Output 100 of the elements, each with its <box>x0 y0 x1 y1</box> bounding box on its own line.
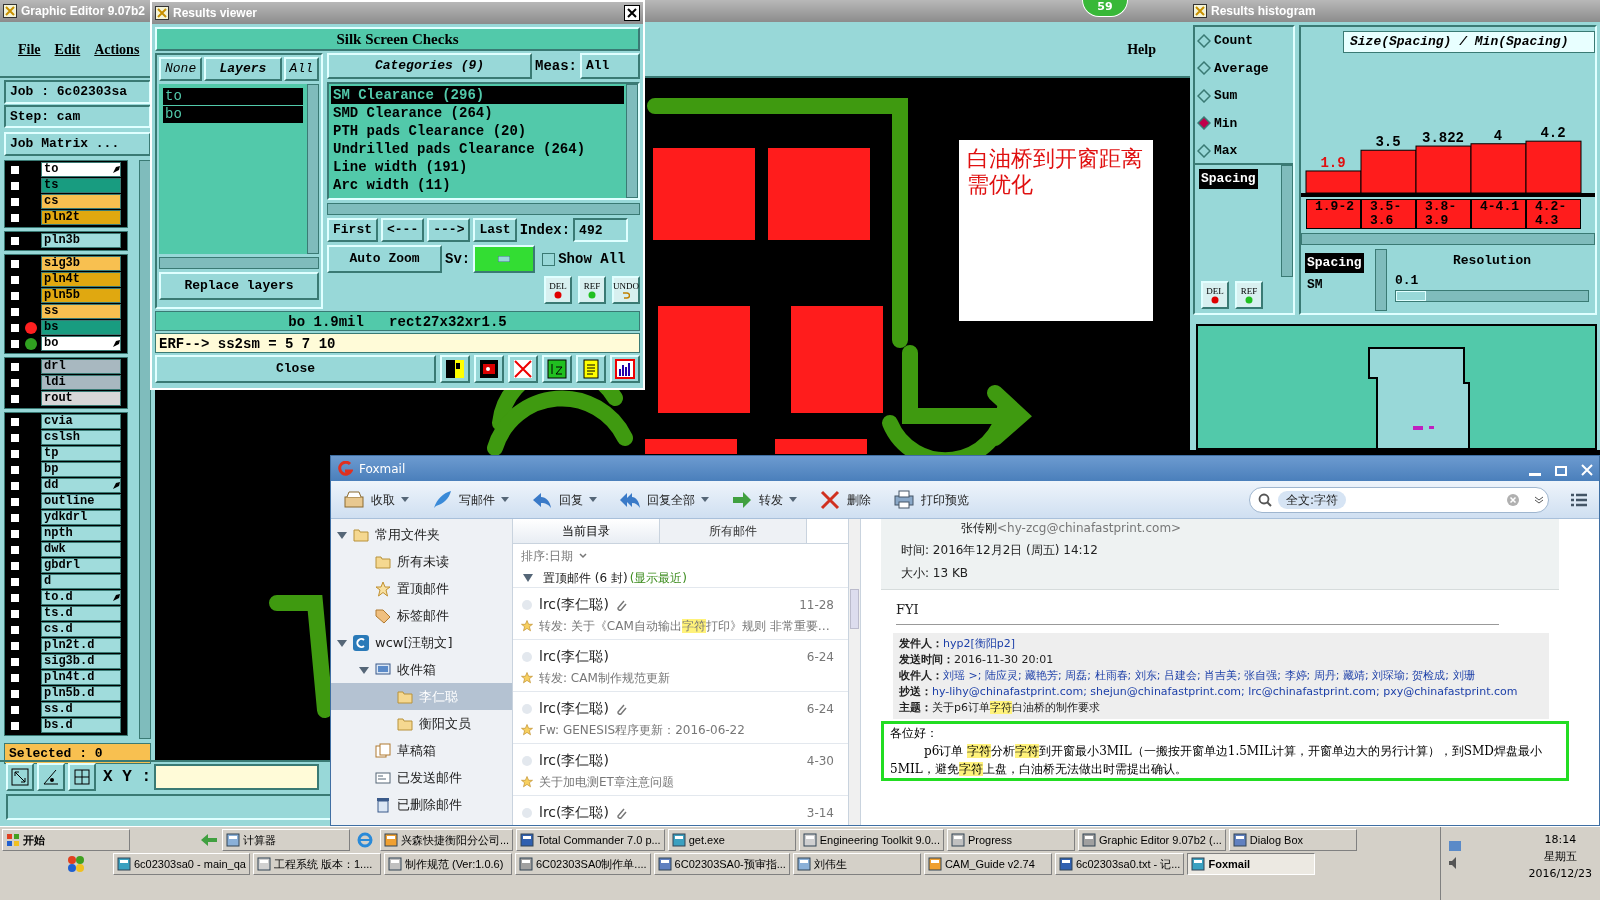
message-item[interactable]: lrc(李仁聪) 4-30 关于加电测ET章注意问题 <box>513 744 848 796</box>
checkbox[interactable] <box>9 392 21 405</box>
list-item[interactable]: Undrilled pads Clearance (264) <box>331 140 624 158</box>
taskbar-button[interactable]: 6C02303SA0制作单.... <box>514 853 651 875</box>
layer-item[interactable]: d <box>41 574 121 589</box>
taskbar-button[interactable]: Progress <box>946 829 1075 851</box>
close-button[interactable] <box>624 5 640 21</box>
checkbox[interactable] <box>9 289 21 302</box>
checkbox[interactable] <box>9 447 21 460</box>
layer-item[interactable]: pln5b.d <box>41 686 121 701</box>
categories-button[interactable]: Categories (9) <box>327 53 532 79</box>
histogram-bar[interactable] <box>1360 149 1417 194</box>
list-item[interactable]: SMD Clearance (264) <box>331 104 624 122</box>
checkbox[interactable] <box>9 607 21 620</box>
layer-item[interactable]: bp <box>41 462 121 477</box>
folder-item[interactable]: 已发送邮件 <box>331 764 512 791</box>
toolbar-button[interactable]: 删除 <box>819 488 871 511</box>
toolbar-button[interactable]: 回复全部 <box>619 488 709 511</box>
dropdown-button[interactable]: Replace layers <box>159 272 319 300</box>
checkbox[interactable] <box>9 559 21 572</box>
layer-item[interactable]: ydkdrl <box>41 510 121 525</box>
folder-item[interactable]: 所有未读 <box>331 548 512 575</box>
layer-item[interactable]: npth <box>41 526 121 541</box>
nav-button[interactable]: <--- <box>381 218 425 242</box>
resolution-slider[interactable] <box>1395 290 1589 302</box>
folder-item[interactable]: 草稿箱 <box>331 737 512 764</box>
checkbox[interactable] <box>9 703 21 716</box>
tool-button[interactable]: DEL <box>1201 281 1229 309</box>
layer-item[interactable]: rout <box>41 391 121 406</box>
tool-button[interactable]: REF <box>1235 281 1263 309</box>
checkbox[interactable] <box>9 337 21 350</box>
tool-button[interactable]: REF <box>578 276 606 304</box>
tool-button[interactable]: DEL <box>544 276 572 304</box>
sort-button[interactable]: 排序:日期 <box>513 544 848 568</box>
checkbox[interactable] <box>9 511 21 524</box>
checkbox[interactable] <box>9 543 21 556</box>
toolbar-button[interactable]: 转发 <box>731 488 797 511</box>
message-item[interactable]: lrc(李仁聪) 11-28 转发: 关于《CAM自动输出字符打印》规则 非常重要… <box>513 588 848 640</box>
list-item[interactable]: PTH pads Clearance (20) <box>331 122 624 140</box>
list-item[interactable]: Arc width (11) <box>331 176 624 194</box>
layer-item[interactable]: to <box>41 162 121 177</box>
severity-dropdown[interactable] <box>473 245 536 273</box>
list-item[interactable]: bo <box>163 106 303 123</box>
layer-item[interactable]: outline <box>41 494 121 509</box>
histogram-bar[interactable] <box>1305 170 1362 194</box>
taskbar-button[interactable]: 刘伟生 <box>792 853 921 875</box>
layer-item[interactable]: pln2t <box>41 210 121 225</box>
checkbox[interactable] <box>9 163 21 176</box>
layer-filter-button[interactable]: Layers <box>204 57 282 81</box>
mode-radio[interactable]: Count <box>1197 31 1291 51</box>
checkbox[interactable] <box>9 360 21 373</box>
mode-radio[interactable]: Sum <box>1197 86 1291 106</box>
layer-item[interactable]: sig3b.d <box>41 654 121 669</box>
message-item[interactable]: lrc(李仁聪) 6-24 转发: CAM制作规范更新 <box>513 640 848 692</box>
checkbox[interactable] <box>9 431 21 444</box>
taskbar-button[interactable]: Engineering Toolkit 9.0... <box>798 829 944 851</box>
mode-radio[interactable]: Max <box>1197 141 1291 161</box>
list-item[interactable]: SM <box>1305 274 1325 294</box>
tab[interactable]: 所有邮件 <box>660 519 807 543</box>
scrollbar[interactable] <box>626 84 638 198</box>
mode-radio[interactable]: Min <box>1197 113 1291 133</box>
checkbox[interactable] <box>9 195 21 208</box>
taskbar-button[interactable]: 计算器 <box>222 829 350 851</box>
layer-item[interactable]: sig3b <box>41 256 121 271</box>
layer-item[interactable]: pln4t <box>41 272 121 287</box>
checkbox[interactable] <box>9 479 21 492</box>
layer-item[interactable]: ts <box>41 178 121 193</box>
checkbox[interactable] <box>9 687 21 700</box>
start-button[interactable]: 开始 <box>2 829 130 851</box>
nav-button[interactable]: First <box>327 218 378 242</box>
tool-button[interactable] <box>440 355 470 383</box>
layer-item[interactable]: pln2t.d <box>41 638 121 653</box>
checkbox[interactable] <box>9 655 21 668</box>
search-field[interactable]: 全文:字符 <box>1249 486 1549 513</box>
histogram-bar[interactable] <box>1415 145 1472 194</box>
checkbox[interactable] <box>9 376 21 389</box>
checkbox[interactable] <box>9 719 21 732</box>
layer-item[interactable]: ldi <box>41 375 121 390</box>
taskbar-button[interactable]: 制作规范 (Ver:1.0.6) <box>383 853 512 875</box>
layer-item[interactable]: gbdrl <box>41 558 121 573</box>
menu-item[interactable]: Help <box>1127 38 1156 60</box>
checkbox[interactable] <box>9 257 21 270</box>
taskbar-button[interactable]: CAM_Guide v2.74 <box>923 853 1052 875</box>
close-button[interactable]: Close <box>155 355 436 383</box>
index-field[interactable]: 492 <box>573 218 629 242</box>
layer-item[interactable]: drl <box>41 359 121 374</box>
layer-item[interactable]: cslsh <box>41 430 121 445</box>
histogram-bar[interactable] <box>1470 143 1527 194</box>
layer-item[interactable]: to.d <box>41 590 121 605</box>
checkbox[interactable] <box>9 305 21 318</box>
folder-item[interactable]: 常用文件夹 <box>331 521 512 548</box>
histogram-bar[interactable] <box>1525 140 1582 194</box>
layer-item[interactable]: pln5b <box>41 288 121 303</box>
mode-radio[interactable]: Average <box>1197 58 1291 78</box>
folder-item[interactable]: wcw[汪朝文] <box>331 629 512 656</box>
layer-item[interactable]: bo <box>41 336 121 351</box>
tool-button[interactable] <box>68 763 96 791</box>
job-matrix-button[interactable]: Job Matrix ... <box>4 132 151 156</box>
layer-filter-button[interactable]: All <box>283 57 319 81</box>
checkbox[interactable] <box>9 495 21 508</box>
